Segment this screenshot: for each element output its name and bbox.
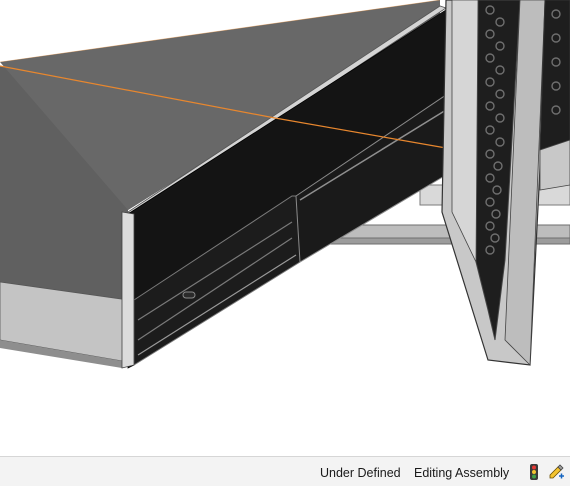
chassis-body[interactable] — [0, 0, 447, 369]
status-under-defined[interactable]: Under Defined — [320, 466, 401, 480]
status-bar: Under Defined Editing Assembly — [0, 456, 570, 486]
rebuild-pen-icon[interactable] — [549, 464, 565, 480]
assembly-model[interactable] — [0, 0, 570, 456]
front-bezel-door[interactable] — [441, 0, 570, 366]
graphics-viewport[interactable] — [0, 0, 570, 456]
traffic-light-icon[interactable] — [526, 464, 542, 480]
status-editing-assembly[interactable]: Editing Assembly — [414, 466, 509, 480]
